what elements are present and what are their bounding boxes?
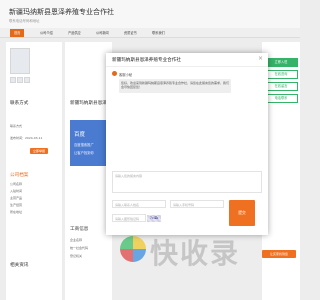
captcha-image[interactable]: 7c4k	[147, 215, 161, 222]
name-field[interactable]: 请输入联系人姓名	[112, 200, 166, 208]
site-header: 新疆玛纳斯县恩泽养殖专业合作社 联系电话号码和地址	[0, 0, 300, 28]
nav-item-news[interactable]: 公司新闻	[96, 29, 109, 37]
join-button[interactable]: 立即入驻	[264, 58, 298, 67]
watermark-logo-icon	[120, 236, 146, 262]
message-placeholder: 请输入您的留言内容	[115, 174, 143, 178]
close-icon[interactable]: ×	[258, 56, 263, 62]
name-placeholder: 请输入联系人姓名	[115, 202, 140, 207]
nav-item-certs[interactable]: 资质证书	[124, 29, 137, 37]
biz-line: 统一社会代码	[70, 246, 89, 250]
biz-line: 登记机关	[70, 254, 83, 258]
message-dialog: 新疆玛纳斯县恩泽养殖专业合作社 × 客服小秘 您好，欢迎来到新疆玛纳斯县恩泽养殖…	[106, 53, 268, 235]
phone-label: 联系方式	[10, 124, 23, 128]
company-line: 入驻时间	[10, 189, 23, 193]
dialog-title: 新疆玛纳斯县恩泽养殖专业合作社	[112, 58, 181, 63]
greeting-message: 您好，欢迎来到新疆玛纳斯县恩泽养殖专业合作社，请您在此留言您的需求，我们会尽快回…	[119, 79, 231, 93]
ad-line: 让客户找到你	[74, 151, 94, 155]
company-line: 所在地址	[10, 210, 23, 214]
intro-title: 新疆玛纳斯县恩泽	[70, 101, 107, 106]
product-thumb[interactable]	[17, 77, 23, 83]
call-button[interactable]: 电话联系	[264, 94, 298, 103]
company-line: 生产经营	[10, 203, 23, 207]
company-line: 主营产品	[10, 196, 23, 200]
site-subtitle: 联系电话号码和地址	[9, 19, 40, 23]
biz-line: 企业名称	[70, 238, 83, 242]
watermark-text: 快收录	[150, 237, 241, 270]
leave-message-button[interactable]: 在线留言	[264, 82, 298, 91]
product-thumb[interactable]	[24, 77, 30, 83]
product-image[interactable]	[10, 48, 30, 74]
phone-placeholder: 请输入手机号码	[173, 202, 195, 207]
nav-item-products[interactable]: 产品供应	[68, 29, 81, 37]
promo-banner[interactable]: 让买家找到您	[262, 250, 296, 258]
company-line: 公司名称	[10, 182, 23, 186]
main-nav: 首页 公司介绍 产品供应 公司新闻 资质证书 联系我们	[0, 28, 300, 38]
message-textarea[interactable]: 请输入您的留言内容	[112, 171, 262, 193]
ad-line: 百度搜索推广	[74, 143, 94, 147]
agent-name: 客服小秘	[119, 72, 133, 77]
submit-button[interactable]: 提交	[229, 200, 255, 226]
report-button[interactable]: 立即举报	[30, 148, 48, 154]
dialog-header: 新疆玛纳斯县恩泽养殖专业合作社 ×	[106, 53, 268, 67]
agent-avatar	[112, 71, 117, 76]
site-title: 新疆玛纳斯县恩泽养殖专业合作社	[9, 8, 114, 16]
company-section-title: 公司档案	[10, 173, 29, 178]
biz-info-title: 工商信息	[70, 227, 89, 232]
captcha-placeholder: 请输入图形验证码	[115, 216, 140, 221]
phone-field[interactable]: 请输入手机号码	[170, 200, 224, 208]
captcha-field[interactable]: 请输入图形验证码	[112, 214, 146, 222]
nav-item-home[interactable]: 首页	[10, 29, 25, 37]
product-thumb[interactable]	[10, 77, 16, 83]
contact-title: 联系方式	[10, 101, 29, 106]
nav-item-about[interactable]: 公司介绍	[40, 29, 53, 37]
news-section-title: 相关资讯	[10, 263, 29, 268]
ad-title: 百度	[74, 132, 86, 138]
consult-button[interactable]: 在线咨询	[264, 70, 298, 79]
nav-item-contact[interactable]: 联系我们	[152, 29, 165, 37]
publish-time: 发布时间：2024-03-11	[10, 136, 43, 140]
ad-banner[interactable]: 百度 百度搜索推广 让客户找到你	[70, 120, 110, 166]
middle-column	[65, 42, 112, 300]
